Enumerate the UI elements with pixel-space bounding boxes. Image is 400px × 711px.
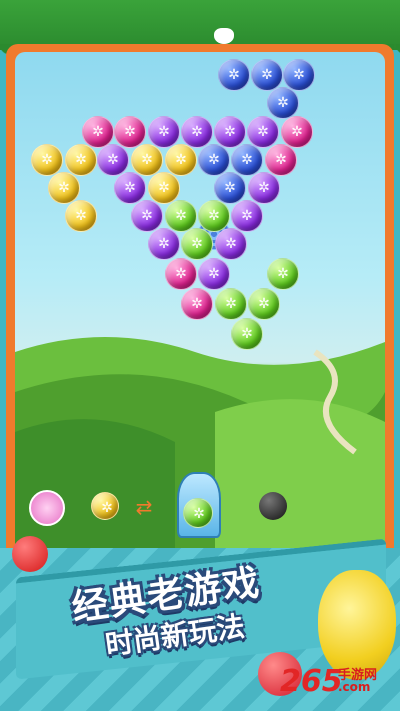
bubble-yellow (148, 172, 180, 204)
current-bubble (183, 498, 214, 529)
bubble-blue (198, 144, 230, 176)
next-bubble (91, 492, 122, 523)
game-board[interactable]: ⇄ (15, 52, 385, 552)
bubble-blue (218, 59, 250, 91)
bubble-pink (165, 258, 197, 290)
bubble-blue (231, 144, 263, 176)
bubble-purple (148, 228, 180, 260)
bubble-pink (281, 116, 313, 148)
bubble-yellow (131, 144, 163, 176)
bubble-pink (114, 116, 146, 148)
bubble-green (215, 288, 247, 320)
bubble-green (267, 258, 299, 290)
bubble-yellow (48, 172, 80, 204)
bomb-icon[interactable] (259, 492, 287, 520)
cherry-icon (12, 536, 48, 572)
bubble-pink (82, 116, 114, 148)
bubble-green (231, 318, 263, 350)
bubble-yellow (65, 200, 97, 232)
bubble-blue (214, 172, 246, 204)
bubble-purple (131, 200, 163, 232)
top-pin-icon (214, 28, 234, 44)
bubble-purple (198, 258, 230, 290)
bubble-purple (214, 116, 246, 148)
bubble-purple (114, 172, 146, 204)
bubble-blue (251, 59, 283, 91)
bubble-pink (181, 288, 213, 320)
flower-powerup-icon[interactable] (29, 490, 65, 526)
bubble-purple (231, 200, 263, 232)
bubble-purple (248, 172, 280, 204)
top-vines-decoration (0, 0, 400, 56)
watermark-digits: 265 (280, 664, 343, 699)
bubble-yellow (65, 144, 97, 176)
bubble-purple (148, 116, 180, 148)
bubble-green (248, 288, 280, 320)
bubble-blue (267, 87, 299, 119)
bubble-green (198, 200, 230, 232)
bubble-green (165, 200, 197, 232)
bubble-purple (215, 228, 247, 260)
bubble-purple (247, 116, 279, 148)
bubble-yellow (165, 144, 197, 176)
bubble-green (181, 228, 213, 260)
bubble-pink (265, 144, 297, 176)
bubble-purple (181, 116, 213, 148)
bubble-purple (97, 144, 129, 176)
swap-arrows-icon[interactable]: ⇄ (131, 496, 157, 518)
watermark-site-url: .com (338, 680, 371, 694)
bubble-yellow (31, 144, 63, 176)
bubble-blue (283, 59, 315, 91)
